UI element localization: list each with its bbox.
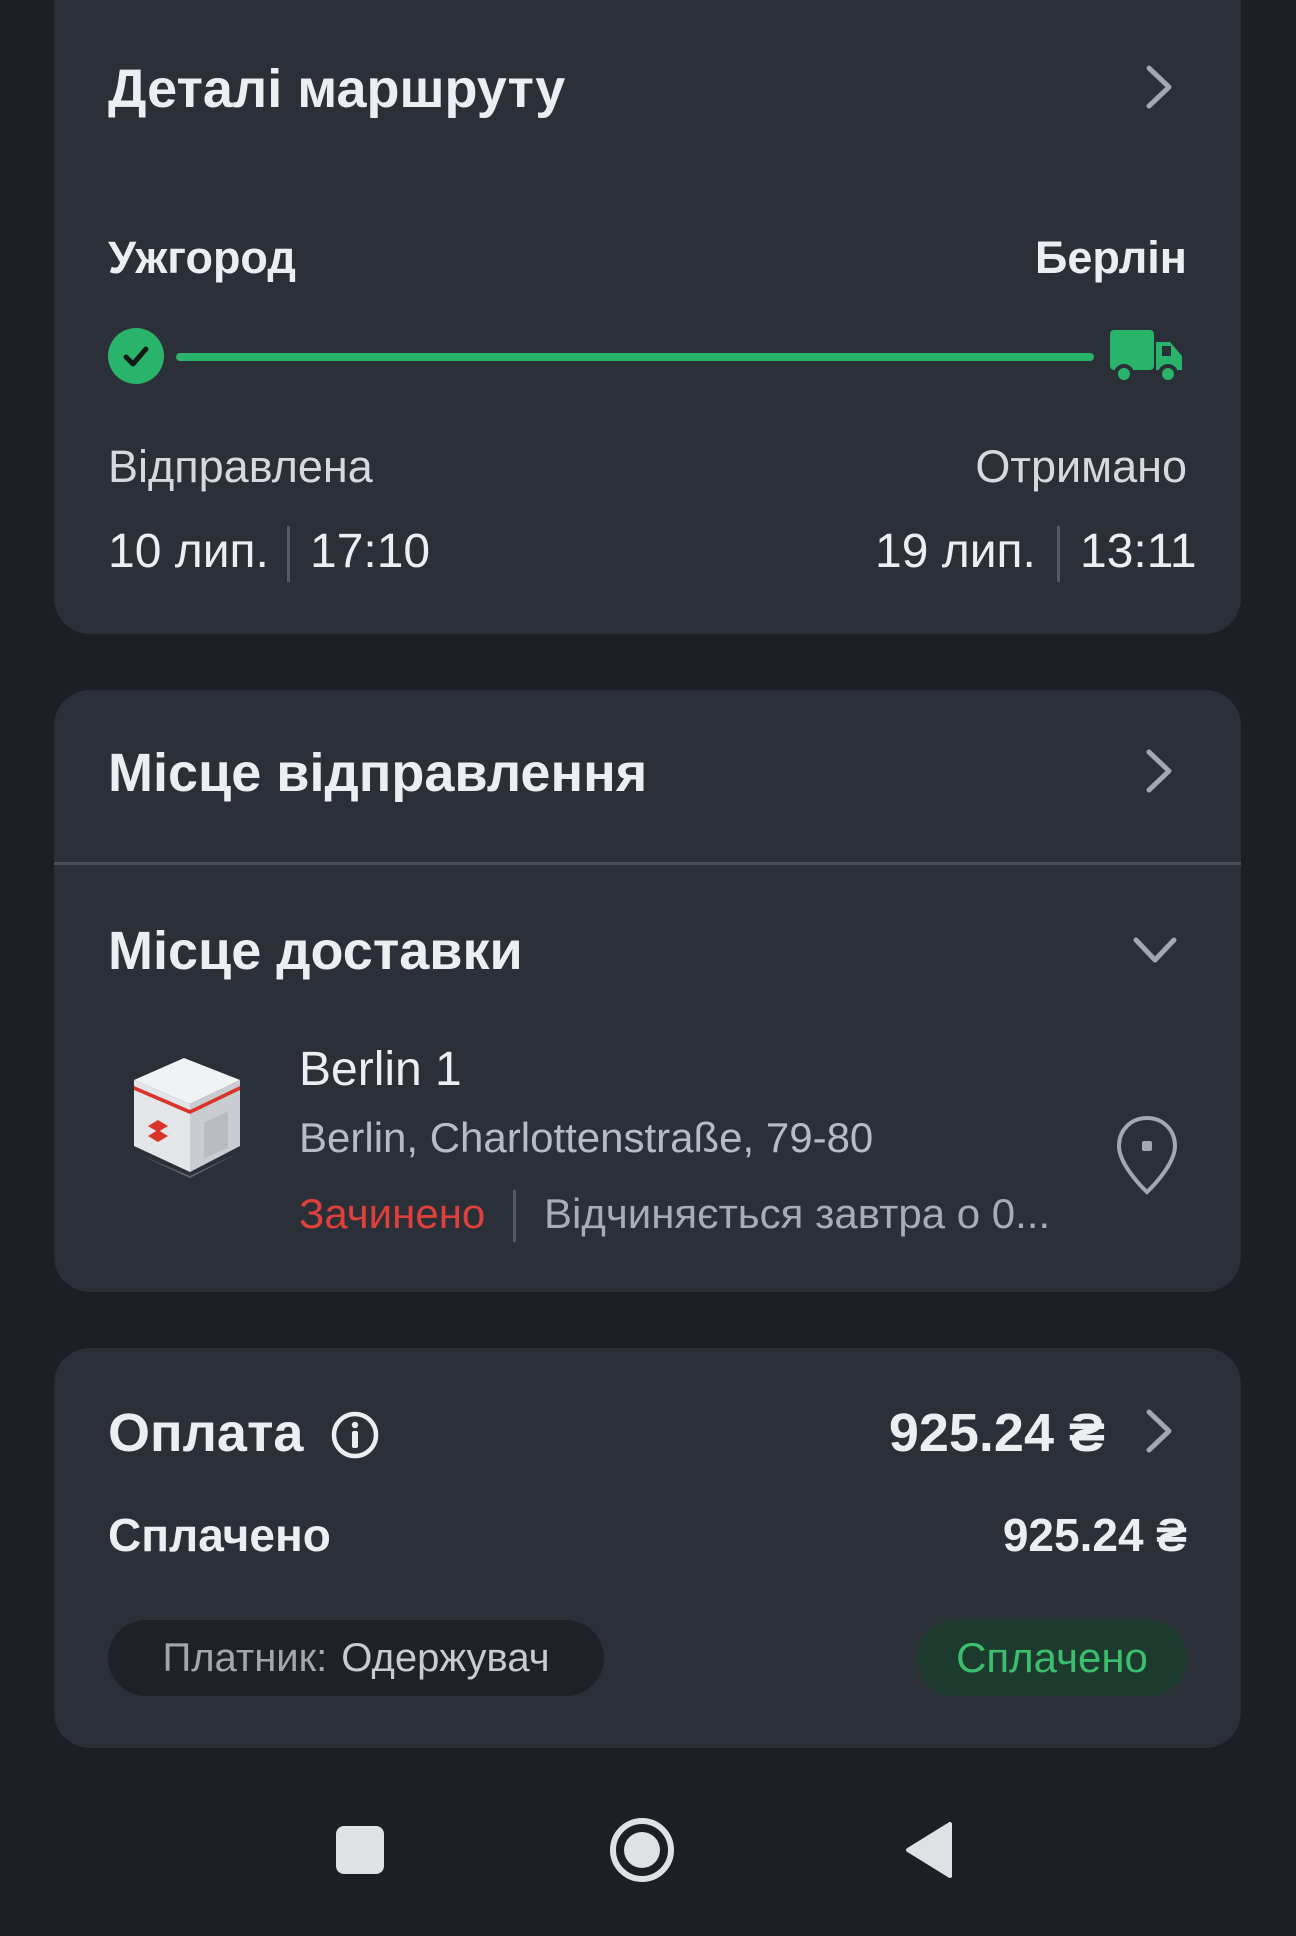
departure-place-title[interactable]: Місце відправлення: [108, 742, 647, 804]
branch-building-icon: [134, 1058, 240, 1178]
back-icon[interactable]: [902, 1820, 954, 1880]
origin-city: Ужгород: [108, 232, 296, 283]
branch-name: Berlin 1: [299, 1043, 462, 1096]
home-icon[interactable]: [608, 1816, 676, 1884]
recent-apps-icon[interactable]: [336, 1826, 384, 1874]
payer-label: Платник:: [162, 1635, 328, 1680]
branch-status-closed: Зачинено: [299, 1190, 486, 1237]
payment-card[interactable]: Оплата 925.24 ₴ Сплачено 925.24 ₴ Платни…: [54, 1348, 1241, 1748]
paid-amount: 925.24 ₴: [1002, 1509, 1187, 1561]
info-icon[interactable]: [330, 1410, 380, 1460]
payment-title: Оплата: [108, 1403, 304, 1463]
delivery-place-title[interactable]: Місце доставки: [108, 920, 523, 982]
chevron-right-icon[interactable]: [1139, 1406, 1179, 1456]
payer-badge: Платник: Одержувач: [108, 1620, 604, 1696]
received-separator: [1057, 526, 1060, 582]
truck-icon: [1110, 330, 1182, 384]
sent-date: 10 лип.: [108, 525, 269, 578]
received-time: 13:11: [1080, 525, 1197, 578]
chevron-down-icon[interactable]: [1130, 930, 1180, 970]
received-label: Отримано: [975, 441, 1187, 492]
paid-label: Сплачено: [108, 1509, 331, 1561]
status-badge: Сплачено: [917, 1620, 1187, 1696]
payer-value: Одержувач: [341, 1635, 550, 1680]
hours-separator: [513, 1190, 516, 1242]
divider: [54, 862, 1241, 865]
route-progress-line: [176, 353, 1094, 361]
sent-label: Відправлена: [108, 441, 373, 492]
chevron-right-icon[interactable]: [1139, 62, 1179, 112]
route-details-card[interactable]: Деталі маршруту Ужгород Берлін Відправле…: [54, 0, 1241, 634]
received-date: 19 лип.: [875, 525, 1036, 578]
chevron-right-icon[interactable]: [1139, 746, 1179, 796]
route-details-title: Деталі маршруту: [108, 59, 566, 119]
destination-city: Берлін: [1034, 232, 1187, 283]
map-pin-icon[interactable]: [1114, 1114, 1180, 1198]
check-icon: [108, 328, 164, 384]
system-navigation-bar: [0, 1780, 1296, 1936]
branch-address: Berlin, Charlottenstraße, 79-80: [299, 1114, 874, 1161]
payment-total: 925.24 ₴: [888, 1403, 1105, 1463]
places-card: Місце відправлення Місце доставки Berlin…: [54, 690, 1241, 1292]
branch-opening-hours: Відчиняється завтра о 0...: [544, 1190, 1051, 1237]
sent-separator: [287, 526, 290, 582]
sent-time: 17:10: [310, 525, 431, 578]
